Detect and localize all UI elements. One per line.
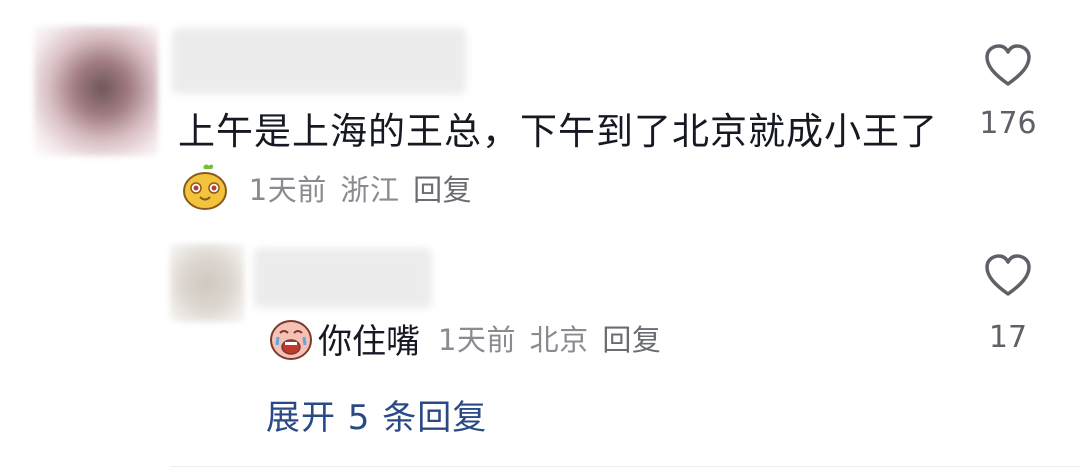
reply-like-button[interactable]: 17 [978,254,1038,355]
comment-location: 浙江 [340,173,400,207]
comment-body: 上午是上海的王总，下午到了北京就成小王了 1天前 浙江 回复 [178,104,968,218]
comment-like-count: 176 [979,106,1037,141]
replier-name-blurred[interactable] [254,248,432,308]
comment-time: 1天前 [248,173,327,207]
reply-body: 你住嘴 1天前 北京 回复 [266,308,661,368]
comment-text: 上午是上海的王总，下午到了北京就成小王了 [178,110,938,153]
commenter-name-blurred[interactable] [172,28,466,94]
reply-meta: 1天前 北京 回复 [434,317,661,359]
crying-cartoon-emoji-icon [270,320,312,360]
replier-avatar[interactable] [170,244,244,322]
expand-replies-button[interactable]: 展开 5 条回复 [266,390,487,439]
reply-like-count: 17 [988,320,1028,355]
comment-reply-button[interactable]: 回复 [413,173,472,207]
reply-location: 北京 [529,323,589,357]
reply-time: 1天前 [438,323,516,357]
divider [170,466,1080,467]
commenter-avatar[interactable] [34,26,158,156]
comment-like-button[interactable]: 176 [978,44,1038,141]
smiling-cartoon-emoji-icon [183,164,227,210]
reply-text: 你住嘴 [318,321,420,362]
reply-reply-button[interactable]: 回复 [602,323,661,357]
heart-icon[interactable] [984,44,1032,88]
comment-meta: 1天前 浙江 回复 [245,173,472,207]
heart-icon[interactable] [984,254,1032,298]
